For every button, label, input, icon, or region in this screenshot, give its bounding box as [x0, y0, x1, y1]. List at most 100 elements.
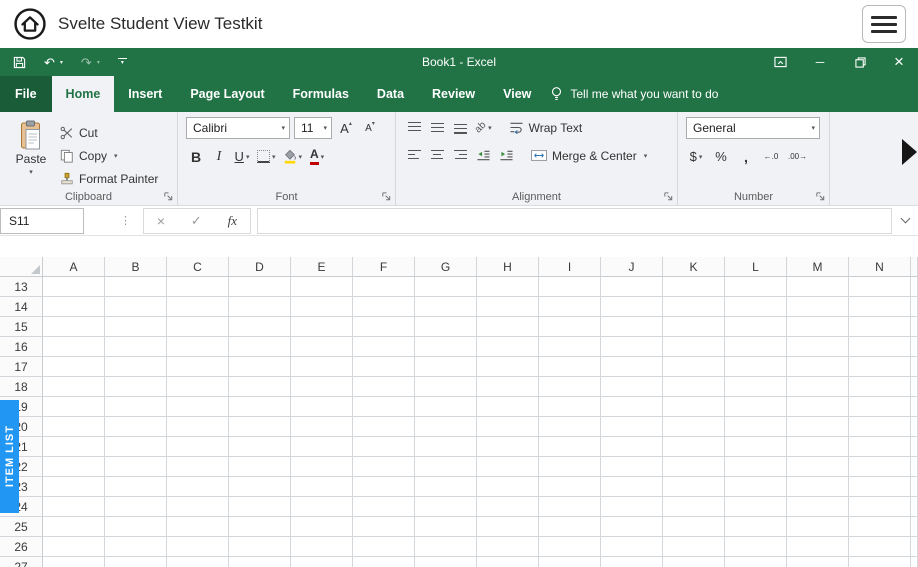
grid-cell[interactable] — [43, 537, 105, 557]
grid-cell[interactable] — [725, 357, 787, 377]
row-header[interactable]: 13 — [0, 277, 43, 297]
grid-cell[interactable] — [601, 377, 663, 397]
grid-cell[interactable] — [229, 497, 291, 517]
grid-cell[interactable] — [539, 337, 601, 357]
select-all-corner[interactable] — [0, 257, 43, 277]
hamburger-menu-button[interactable] — [862, 5, 906, 43]
align-middle-button[interactable] — [427, 117, 447, 138]
grid-cell[interactable] — [663, 517, 725, 537]
grid-cell[interactable] — [787, 377, 849, 397]
grid-cell[interactable] — [353, 397, 415, 417]
home-button[interactable] — [12, 6, 48, 42]
row-header[interactable]: 16 — [0, 337, 43, 357]
grid-cell[interactable] — [43, 517, 105, 537]
grid-cell[interactable] — [105, 317, 167, 337]
grid-cell[interactable] — [787, 337, 849, 357]
cut-button[interactable]: Cut — [60, 123, 158, 142]
grid-cell[interactable] — [415, 337, 477, 357]
grid-cell[interactable] — [539, 517, 601, 537]
grid-cell[interactable] — [229, 317, 291, 337]
font-color-button[interactable]: A ▾ — [307, 146, 327, 167]
decrease-indent-button[interactable] — [473, 145, 493, 166]
grid-cell[interactable] — [105, 297, 167, 317]
font-dialog-launcher[interactable] — [381, 191, 392, 202]
grid-cell[interactable] — [105, 397, 167, 417]
grid-cell[interactable] — [849, 357, 911, 377]
column-header[interactable]: A — [43, 257, 105, 277]
grid-cell[interactable] — [229, 277, 291, 297]
grid-cell[interactable] — [415, 477, 477, 497]
grid-cell[interactable] — [43, 497, 105, 517]
tab-formulas[interactable]: Formulas — [279, 76, 363, 112]
grid-cell[interactable] — [291, 497, 353, 517]
grid-cell[interactable] — [663, 357, 725, 377]
grid-cell[interactable] — [291, 357, 353, 377]
grid-cell[interactable] — [229, 397, 291, 417]
number-dialog-launcher[interactable] — [815, 191, 826, 202]
grid-cell[interactable] — [291, 537, 353, 557]
grid-cell[interactable] — [291, 337, 353, 357]
tab-view[interactable]: View — [489, 76, 545, 112]
grid-cell[interactable] — [539, 317, 601, 337]
grid-cell[interactable] — [43, 277, 105, 297]
grid-cell[interactable] — [229, 297, 291, 317]
grid-cell[interactable] — [291, 417, 353, 437]
grid-cell[interactable] — [601, 477, 663, 497]
grid-cell[interactable] — [849, 557, 911, 567]
grid-cell[interactable] — [353, 557, 415, 567]
grid-cell[interactable] — [849, 437, 911, 457]
increase-decimal-button[interactable]: ←.0 — [761, 146, 781, 167]
increase-indent-button[interactable] — [496, 145, 516, 166]
grid-cell[interactable] — [167, 377, 229, 397]
grid-cell[interactable] — [477, 317, 539, 337]
grid-cell[interactable] — [787, 317, 849, 337]
grid-cell[interactable] — [291, 297, 353, 317]
grid-cell[interactable] — [167, 297, 229, 317]
grid-cell[interactable] — [725, 517, 787, 537]
column-header[interactable]: G — [415, 257, 477, 277]
grid-cell[interactable] — [167, 337, 229, 357]
row-header[interactable]: 14 — [0, 297, 43, 317]
grid-cell[interactable] — [539, 457, 601, 477]
enter-icon[interactable]: ✓ — [191, 213, 202, 229]
tab-file[interactable]: File — [0, 76, 52, 112]
row-header[interactable]: 25 — [0, 517, 43, 537]
grid-cell[interactable] — [415, 317, 477, 337]
grid-cell[interactable] — [663, 437, 725, 457]
restore-button[interactable] — [840, 48, 880, 76]
insert-function-icon[interactable]: fx — [228, 213, 237, 229]
tab-home[interactable]: Home — [52, 76, 115, 112]
column-header[interactable]: H — [477, 257, 539, 277]
grid-cell[interactable] — [229, 557, 291, 567]
grid-cell[interactable] — [725, 417, 787, 437]
grid-cell[interactable] — [229, 337, 291, 357]
grid-cell[interactable] — [725, 297, 787, 317]
name-box[interactable]: S11 — [0, 208, 84, 234]
grid-cell[interactable] — [167, 477, 229, 497]
grid-cell[interactable] — [477, 417, 539, 437]
grid-cell[interactable] — [43, 397, 105, 417]
clipboard-dialog-launcher[interactable] — [163, 191, 174, 202]
grid-cell[interactable] — [787, 297, 849, 317]
grid-cell[interactable] — [291, 377, 353, 397]
grid-cell[interactable] — [849, 417, 911, 437]
fill-color-button[interactable]: ▾ — [281, 146, 305, 167]
grid-cell[interactable] — [663, 317, 725, 337]
grid-cell[interactable] — [229, 477, 291, 497]
grid-cell[interactable] — [787, 357, 849, 377]
undo-button[interactable]: ↶ ▾ — [35, 48, 72, 76]
grid-cell[interactable] — [539, 397, 601, 417]
decrease-decimal-button[interactable]: .00→ — [786, 146, 809, 167]
grid-cell[interactable] — [477, 377, 539, 397]
grid-cell[interactable] — [787, 397, 849, 417]
column-header[interactable]: L — [725, 257, 787, 277]
grid-cell[interactable] — [353, 457, 415, 477]
formula-input[interactable] — [257, 208, 892, 234]
save-button[interactable] — [4, 48, 35, 76]
grid-cell[interactable] — [539, 477, 601, 497]
grid-cell[interactable] — [105, 337, 167, 357]
grid-cell[interactable] — [105, 377, 167, 397]
cancel-icon[interactable]: × — [157, 213, 165, 229]
grid-cell[interactable] — [477, 557, 539, 567]
grid-cell[interactable] — [105, 417, 167, 437]
